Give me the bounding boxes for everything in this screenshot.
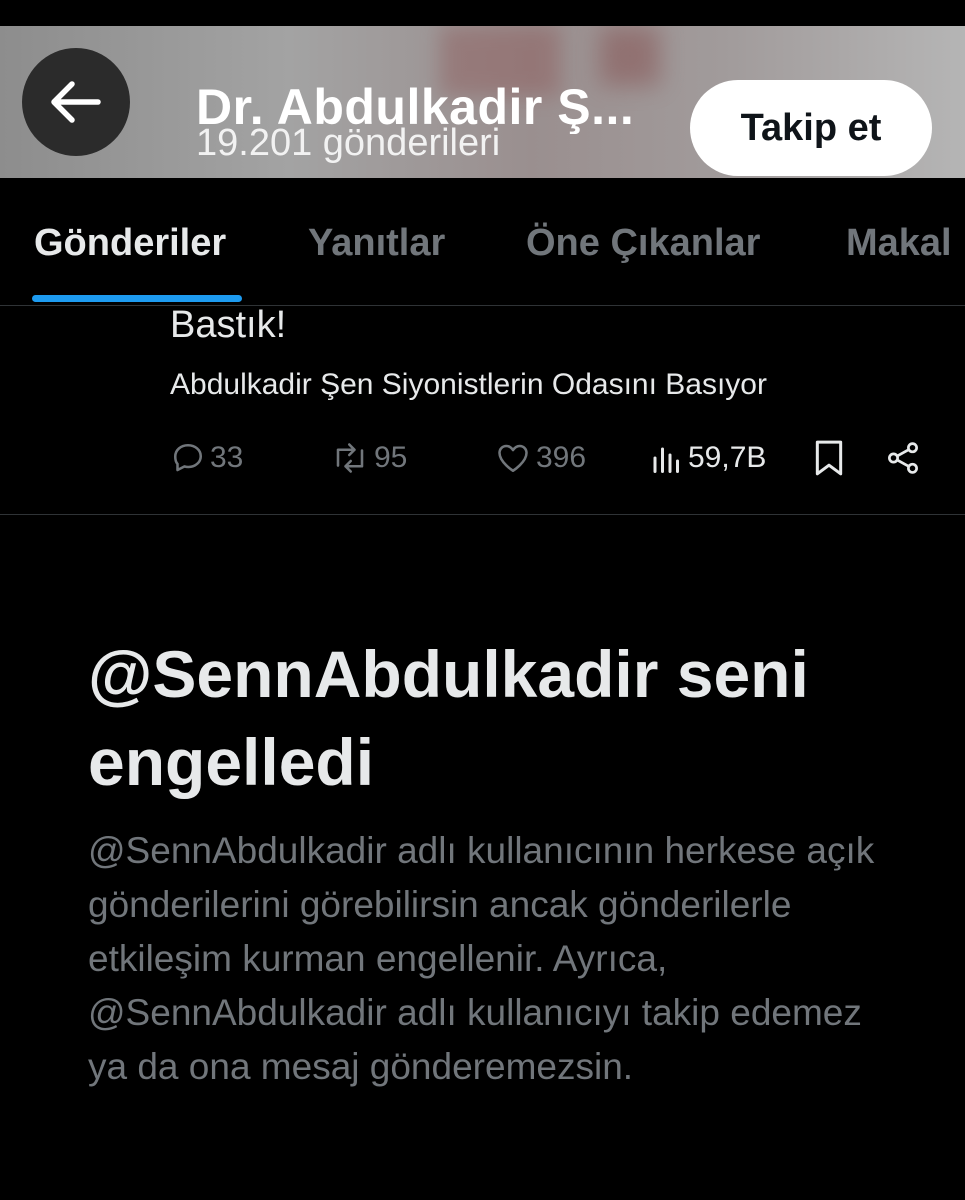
profile-header: Dr. Abdulkadir Ş... 19.201 gönderileri T… (0, 26, 965, 178)
view-count: 59,7B (688, 441, 767, 474)
like-icon (498, 444, 528, 473)
tab-highlights[interactable]: Öne Çıkanlar (526, 222, 760, 265)
divider (0, 514, 965, 515)
views-icon (653, 447, 679, 473)
active-tab-indicator (32, 295, 242, 302)
status-bar (0, 0, 965, 26)
tab-posts[interactable]: Gönderiler (34, 222, 226, 265)
post-count: 19.201 gönderileri (196, 122, 501, 164)
follow-button[interactable]: Takip et (690, 80, 932, 176)
link-card-title[interactable]: Abdulkadir Şen Siyonistlerin Odasını Bas… (170, 368, 767, 402)
tab-replies[interactable]: Yanıtlar (308, 222, 445, 265)
back-button[interactable] (22, 48, 130, 156)
bookmark-button[interactable] (812, 430, 846, 486)
like-button[interactable]: 396 (494, 430, 586, 486)
reply-count: 33 (210, 441, 244, 474)
repost-count: 95 (374, 441, 408, 474)
share-button[interactable] (884, 430, 922, 486)
tab-articles[interactable]: Makal (846, 222, 952, 265)
bookmark-icon (815, 440, 843, 476)
repost-icon (336, 443, 364, 473)
blocked-description: @SennAbdulkadir adlı kullanıcının herkes… (88, 830, 875, 1087)
post-text: Bastık! (170, 304, 287, 346)
reply-button[interactable]: 33 (170, 430, 243, 486)
blocked-heading: @SennAbdulkadir seni engelledi (88, 637, 809, 799)
arrow-left-icon (51, 81, 101, 123)
views-button[interactable]: 59,7B (650, 430, 766, 486)
post-actions: 33 95 396 59,7B (0, 430, 965, 486)
banner-image-detail (600, 26, 660, 86)
repost-button[interactable]: 95 (330, 430, 407, 486)
like-count: 396 (536, 441, 587, 474)
reply-icon (173, 443, 203, 472)
profile-tabs: Gönderiler Yanıtlar Öne Çıkanlar Makal (0, 178, 965, 306)
share-icon (888, 442, 918, 474)
